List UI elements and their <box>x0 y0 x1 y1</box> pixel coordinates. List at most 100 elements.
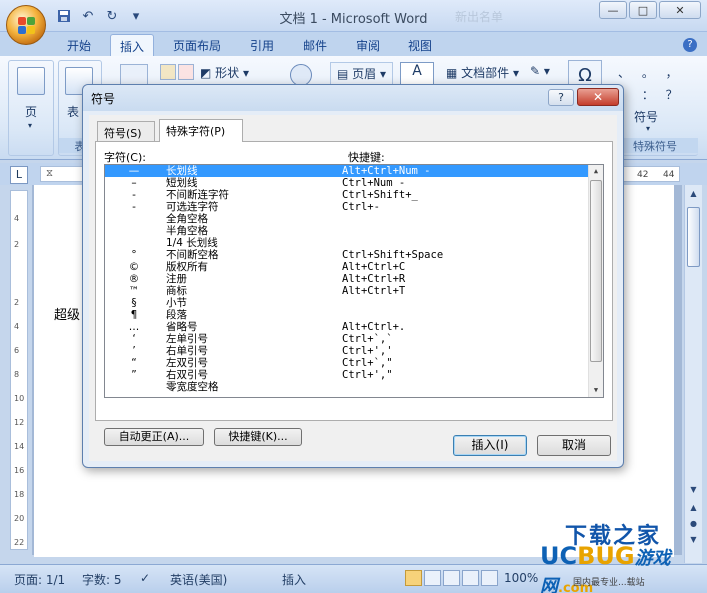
char-symbol: ¶ <box>130 309 138 321</box>
char-name: 短划线 <box>166 177 198 189</box>
list-item[interactable]: – 短划线 Ctrl+Num - <box>105 177 603 189</box>
shortcut-key-button[interactable]: 快捷键(K)... <box>214 428 302 446</box>
vruler-number: 20 <box>14 514 25 523</box>
list-item[interactable]: © 版权所有 Alt+Ctrl+C <box>105 261 603 273</box>
print-layout-view-icon[interactable] <box>405 570 422 586</box>
list-scroll-up-icon[interactable]: ▲ <box>590 165 602 178</box>
outline-view-icon[interactable] <box>462 570 479 586</box>
ribbon-group-special-symbols: 特殊符号 <box>612 60 698 156</box>
zoom-level[interactable]: 100% <box>504 571 538 585</box>
char-shortcut: Alt+Ctrl+. <box>342 321 406 333</box>
help-icon[interactable]: ? <box>683 38 697 52</box>
list-item[interactable]: 半角空格 <box>105 225 603 237</box>
dialog-title-bar[interactable]: 符号 ? ✕ <box>83 85 623 111</box>
list-item[interactable]: — 长划线 Alt+Ctrl+Num - <box>105 165 603 177</box>
list-item[interactable]: ‘ 左单引号 Ctrl+`,` <box>105 333 603 345</box>
prev-page-icon[interactable]: ▲ <box>687 503 700 516</box>
maximize-button[interactable]: □ <box>629 1 657 19</box>
char-name: 全角空格 <box>166 213 208 225</box>
char-shortcut: Alt+Ctrl+Num - <box>342 165 431 177</box>
tab-view[interactable]: 视图 <box>399 34 441 56</box>
list-item[interactable]: ” 右双引号 Ctrl+'," <box>105 369 603 381</box>
tab-selector-button[interactable]: L <box>10 166 28 184</box>
tab-home[interactable]: 开始 <box>58 34 100 56</box>
tab-symbols[interactable]: 符号(S) <box>97 121 155 141</box>
char-name: 半角空格 <box>166 225 208 237</box>
page-count[interactable]: 页面: 1/1 <box>14 571 65 588</box>
char-name: 零宽度空格 <box>166 381 219 393</box>
scroll-up-icon[interactable]: ▲ <box>687 189 700 202</box>
cancel-button[interactable]: 取消 <box>537 435 611 456</box>
clipart-icon[interactable] <box>160 64 176 80</box>
close-button[interactable]: ✕ <box>659 1 701 19</box>
list-item[interactable]: - 可选连字符 Ctrl+- <box>105 201 603 213</box>
background-title-text: 新出名单 <box>455 10 504 24</box>
char-symbol: ” <box>131 369 137 381</box>
tab-review[interactable]: 审阅 <box>347 34 389 56</box>
doc-parts-button[interactable]: ▦ 文档部件 ▾ <box>446 64 519 81</box>
pages-button[interactable]: 页 <box>25 103 37 120</box>
tab-insert[interactable]: 插入 <box>110 34 155 56</box>
browse-object-icon[interactable]: ● <box>687 519 700 532</box>
char-symbol: ™ <box>128 285 140 297</box>
char-name: 右单引号 <box>166 345 208 357</box>
list-item[interactable]: ’ 右单引号 Ctrl+',' <box>105 345 603 357</box>
office-button[interactable] <box>6 5 46 45</box>
scroll-thumb[interactable] <box>687 207 700 267</box>
autocorrect-button[interactable]: 自动更正(A)... <box>104 428 204 446</box>
reading-view-icon[interactable] <box>424 570 441 586</box>
pages-dropdown-icon[interactable]: ▾ <box>28 121 32 130</box>
minimize-button[interactable]: — <box>599 1 627 19</box>
tab-references[interactable]: 引用 <box>241 34 283 56</box>
insert-button[interactable]: 插入(I) <box>453 435 527 456</box>
char-name: 商标 <box>166 285 187 297</box>
draft-view-icon[interactable] <box>481 570 498 586</box>
vruler-number: 16 <box>14 466 25 475</box>
special-character-list[interactable]: — 长划线 Alt+Ctrl+Num - – 短划线 Ctrl+Num - - 不间断连字符 C… <box>104 164 604 398</box>
char-name: 注册 <box>166 273 187 285</box>
vertical-scrollbar[interactable]: ▲ ▼ ▲ ● ▼ <box>684 185 702 563</box>
dialog-close-button[interactable]: ✕ <box>577 88 619 106</box>
list-item[interactable]: … 省略号 Alt+Ctrl+. <box>105 321 603 333</box>
signature-icon[interactable]: ✎ ▾ <box>530 64 550 78</box>
hyperlink-icon[interactable] <box>290 64 312 86</box>
list-item[interactable]: 1/4 长划线 <box>105 237 603 249</box>
char-name: 可选连字符 <box>166 201 219 213</box>
list-item[interactable]: ¶ 段落 <box>105 309 603 321</box>
list-scroll-down-icon[interactable]: ▼ <box>590 384 602 397</box>
doc-parts-label: 文档部件 <box>461 66 510 80</box>
document-text[interactable]: 超级 <box>54 304 80 323</box>
web-layout-view-icon[interactable] <box>443 570 460 586</box>
tab-special-characters[interactable]: 特殊字符(P) <box>159 119 243 142</box>
proofing-icon[interactable]: ✓ <box>140 571 150 585</box>
list-item[interactable]: - 不间断连字符 Ctrl+Shift+_ <box>105 189 603 201</box>
insert-mode-status[interactable]: 插入 <box>282 571 306 588</box>
list-item[interactable]: ® 注册 Alt+Ctrl+R <box>105 273 603 285</box>
group-label-special-symbols: 特殊符号 <box>612 138 698 153</box>
dialog-help-button[interactable]: ? <box>548 89 574 106</box>
list-item[interactable]: ™ 商标 Alt+Ctrl+T <box>105 285 603 297</box>
language-status[interactable]: 英语(美国) <box>170 571 227 588</box>
indent-marker-icon[interactable]: ⧖ <box>46 168 53 179</box>
tab-mailings[interactable]: 邮件 <box>294 34 336 56</box>
list-scroll-thumb[interactable] <box>590 180 602 362</box>
list-item[interactable]: ° 不间断空格 Ctrl+Shift+Space <box>105 249 603 261</box>
word-count[interactable]: 字数: 5 <box>82 571 122 588</box>
char-name: 版权所有 <box>166 261 208 273</box>
table-button[interactable]: 表 <box>67 103 79 120</box>
smartart-icon[interactable] <box>178 64 194 80</box>
char-shortcut: Ctrl+'," <box>342 369 393 381</box>
char-shortcut: Ctrl+`," <box>342 357 393 369</box>
header-button[interactable]: ▤ 页眉 ▾ <box>330 62 394 85</box>
list-item[interactable]: 零宽度空格 <box>105 381 603 393</box>
list-item[interactable]: § 小节 <box>105 297 603 309</box>
shapes-button[interactable]: ◩ 形状 ▾ <box>200 64 249 81</box>
scroll-down-icon[interactable]: ▼ <box>687 485 700 498</box>
list-item[interactable]: “ 左双引号 Ctrl+`," <box>105 357 603 369</box>
char-symbol: – <box>131 177 137 189</box>
tab-page-layout[interactable]: 页面布局 <box>164 34 230 56</box>
list-item[interactable]: 全角空格 <box>105 213 603 225</box>
textbox-icon[interactable]: A <box>400 62 434 86</box>
char-name: 段落 <box>166 309 187 321</box>
list-scrollbar[interactable]: ▲ ▼ <box>588 165 603 397</box>
